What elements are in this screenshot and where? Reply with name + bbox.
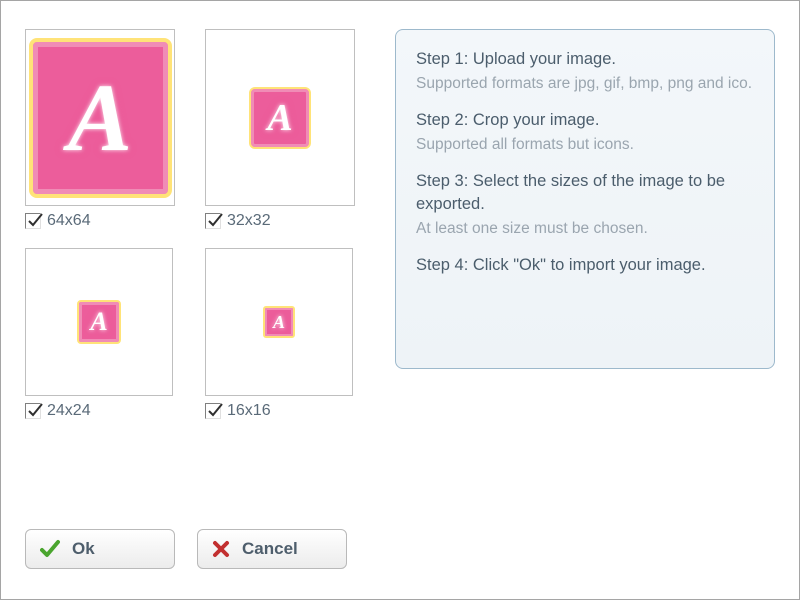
- step1-sub: Supported formats are jpg, gif, bmp, png…: [416, 74, 754, 95]
- glyph-a: A: [267, 99, 292, 137]
- preview-32: A 32x32: [205, 29, 365, 230]
- preview-24: A 24x24: [25, 248, 185, 420]
- label-16: 16x16: [227, 402, 271, 420]
- button-row: Ok Cancel: [25, 529, 347, 569]
- letter-a-icon: A: [249, 87, 311, 149]
- letter-a-icon: A: [77, 300, 121, 344]
- letter-a-icon: A: [263, 306, 295, 338]
- checkbox-24[interactable]: [25, 403, 41, 419]
- instructions-panel: Step 1: Upload your image. Supported for…: [395, 29, 775, 369]
- caption-64[interactable]: 64x64: [25, 212, 91, 230]
- step2-title: Step 2: Crop your image.: [416, 109, 754, 131]
- label-32: 32x32: [227, 212, 271, 230]
- cancel-label: Cancel: [242, 539, 298, 559]
- glyph-a: A: [90, 309, 107, 335]
- step1-title: Step 1: Upload your image.: [416, 48, 754, 70]
- checkbox-16[interactable]: [205, 403, 221, 419]
- ok-label: Ok: [72, 539, 95, 559]
- preview-box-16: A: [205, 248, 353, 396]
- label-64: 64x64: [47, 212, 91, 230]
- checkbox-32[interactable]: [205, 213, 221, 229]
- step2-sub: Supported all formats but icons.: [416, 135, 754, 156]
- preview-16: A 16x16: [205, 248, 365, 420]
- label-24: 24x24: [47, 402, 91, 420]
- caption-16[interactable]: 16x16: [205, 402, 271, 420]
- preview-box-64: A: [25, 29, 175, 206]
- step4-title: Step 4: Click "Ok" to import your image.: [416, 254, 754, 276]
- check-icon: [40, 539, 60, 559]
- glyph-a: A: [273, 313, 285, 331]
- preview-box-32: A: [205, 29, 355, 206]
- preview-64: A 64x64: [25, 29, 185, 230]
- glyph-a: A: [68, 70, 132, 166]
- checkbox-64[interactable]: [25, 213, 41, 229]
- letter-a-icon: A: [29, 38, 172, 198]
- dialog-frame: A 64x64 A 32x32: [0, 0, 800, 600]
- step3-sub: At least one size must be chosen.: [416, 219, 754, 240]
- caption-24[interactable]: 24x24: [25, 402, 91, 420]
- cancel-button[interactable]: Cancel: [197, 529, 347, 569]
- caption-32[interactable]: 32x32: [205, 212, 271, 230]
- preview-grid: A 64x64 A 32x32: [25, 29, 365, 571]
- step3-title: Step 3: Select the sizes of the image to…: [416, 170, 754, 215]
- close-icon: [212, 540, 230, 558]
- preview-box-24: A: [25, 248, 173, 396]
- ok-button[interactable]: Ok: [25, 529, 175, 569]
